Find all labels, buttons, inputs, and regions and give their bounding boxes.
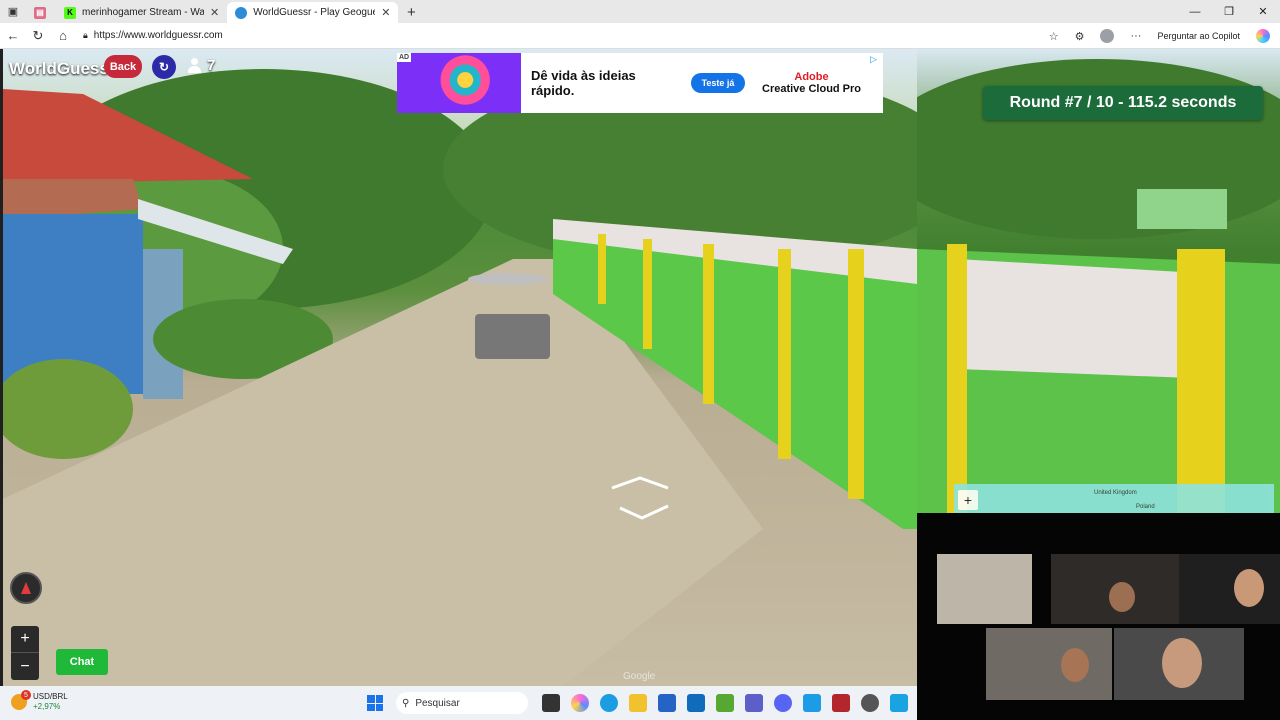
extensions-icon[interactable]: ⚙ bbox=[1075, 30, 1085, 43]
toolbar-right: ☆ ⚙ ··· Perguntar ao Copilot bbox=[1049, 23, 1270, 49]
back-arrow-icon[interactable]: ← bbox=[1, 24, 25, 48]
browser-toolbar: ← ↻ ⌂ 🔒︎ https://www.worldguessr.com ☆ ⚙… bbox=[0, 23, 1280, 49]
worldguessr-logo[interactable]: WorldGuessr bbox=[9, 59, 115, 79]
copilot-app-icon[interactable] bbox=[571, 694, 589, 712]
messages-icon[interactable] bbox=[803, 694, 821, 712]
pinned-tab[interactable]: ▤ bbox=[26, 2, 56, 23]
window-controls: — ❐ ✕ bbox=[1178, 0, 1280, 23]
kick-icon: K bbox=[64, 6, 76, 19]
webcam-person bbox=[1162, 638, 1202, 688]
file-explorer-icon[interactable] bbox=[629, 694, 647, 712]
webcam-feed bbox=[986, 628, 1112, 700]
taskbar-apps bbox=[542, 694, 908, 712]
edge-icon[interactable] bbox=[600, 694, 618, 712]
tab-title: merinhogamer Stream - Watch Li bbox=[82, 7, 204, 18]
more-menu-icon[interactable]: ··· bbox=[1130, 30, 1141, 42]
profile-avatar[interactable] bbox=[1100, 29, 1115, 43]
ticker-label: USD/BRL bbox=[33, 692, 68, 701]
webcam-person bbox=[1234, 569, 1264, 607]
zoom-out-button[interactable]: − bbox=[11, 653, 39, 680]
move-arrows-icon[interactable] bbox=[610, 476, 670, 520]
tab-actions-icon[interactable]: ▣ bbox=[0, 0, 26, 23]
minimap-expand-button[interactable]: + bbox=[958, 490, 978, 510]
zoom-in-button[interactable]: + bbox=[11, 626, 39, 653]
globe-icon bbox=[235, 6, 248, 19]
street-view-panorama[interactable] bbox=[3, 49, 917, 686]
camera-app-icon[interactable] bbox=[890, 694, 908, 712]
url-text: https://www.worldguessr.com bbox=[93, 30, 223, 41]
ticker-change: +2,97% bbox=[33, 702, 61, 711]
google-watermark: Google bbox=[623, 671, 656, 682]
tab-worldguessr[interactable]: WorldGuessr - Play Geoguessr fo ✕ bbox=[227, 2, 399, 23]
reload-icon[interactable]: ↻ bbox=[26, 24, 50, 48]
webcam-person bbox=[1061, 648, 1089, 682]
close-window-icon[interactable]: ✕ bbox=[1246, 0, 1280, 23]
market-icon: 5 bbox=[11, 690, 31, 710]
ad-tag: AD bbox=[397, 53, 412, 62]
new-tab-button[interactable]: + bbox=[398, 2, 424, 23]
search-placeholder: Pesquisar bbox=[415, 697, 460, 709]
notification-badge: 5 bbox=[21, 690, 31, 700]
pinned-tab-icon: ▤ bbox=[34, 6, 46, 19]
ad-brand: Adobe Creative Cloud Pro bbox=[762, 71, 861, 95]
ad-cta-button[interactable]: Teste já bbox=[691, 73, 745, 93]
windows-taskbar: 5 USD/BRL +2,97% ⚲ Pesquisar bbox=[0, 686, 917, 720]
settings-gear-icon[interactable] bbox=[861, 694, 879, 712]
webcam-feed bbox=[1051, 554, 1179, 624]
round-timer-banner: Round #7 / 10 - 115.2 seconds bbox=[983, 86, 1263, 120]
store-icon[interactable] bbox=[658, 694, 676, 712]
player-count-value: 7 bbox=[207, 57, 216, 74]
home-icon[interactable]: ⌂ bbox=[51, 24, 75, 48]
webcam-feed bbox=[1114, 628, 1244, 700]
app-icon[interactable] bbox=[832, 694, 850, 712]
teams-icon[interactable] bbox=[745, 694, 763, 712]
favorite-star-icon[interactable]: ☆ bbox=[1049, 30, 1059, 43]
back-button[interactable]: Back bbox=[104, 55, 142, 78]
ad-choices-icon[interactable]: ▷ bbox=[870, 54, 880, 64]
refresh-icon[interactable]: ↻ bbox=[152, 55, 176, 79]
player-count: 7 bbox=[187, 57, 215, 74]
task-view-icon[interactable] bbox=[542, 694, 560, 712]
move-arrows[interactable] bbox=[610, 476, 670, 520]
browser-tab-strip: ▣ ▤ K merinhogamer Stream - Watch Li ✕ W… bbox=[0, 0, 1280, 23]
map-label-poland: Poland bbox=[1136, 504, 1155, 510]
minecraft-icon[interactable] bbox=[716, 694, 734, 712]
ad-brand-line2: Creative Cloud Pro bbox=[762, 83, 862, 95]
webcam-feed bbox=[1179, 554, 1280, 624]
ad-headline: Dê vida às ideias rápido. bbox=[531, 68, 636, 98]
outlook-icon[interactable] bbox=[687, 694, 705, 712]
compass-icon[interactable] bbox=[10, 572, 42, 604]
street-scene-art bbox=[3, 69, 917, 686]
market-text: USD/BRL +2,97% bbox=[33, 692, 68, 712]
search-icon: ⚲ bbox=[402, 697, 410, 709]
person-icon bbox=[187, 57, 201, 74]
tab-title: WorldGuessr - Play Geoguessr fo bbox=[253, 7, 375, 18]
market-widget[interactable]: 5 USD/BRL +2,97% bbox=[11, 690, 68, 712]
webcam-person bbox=[1109, 582, 1135, 612]
advertisement-banner[interactable]: AD Dê vida às ideias rápido. Teste já Ad… bbox=[397, 53, 883, 113]
windows-start-icon[interactable] bbox=[367, 695, 383, 711]
copilot-icon[interactable] bbox=[1256, 29, 1270, 43]
map-label-uk: United Kingdom bbox=[1094, 490, 1137, 496]
ad-image bbox=[397, 53, 521, 113]
webcam-feed bbox=[937, 554, 1032, 624]
lock-icon: 🔒︎ bbox=[83, 30, 88, 40]
guess-minimap[interactable]: + United Kingdom Poland bbox=[954, 484, 1274, 514]
copilot-label[interactable]: Perguntar ao Copilot bbox=[1157, 31, 1240, 41]
zoom-control: + − bbox=[11, 626, 39, 680]
taskbar-search[interactable]: ⚲ Pesquisar bbox=[396, 692, 528, 714]
address-bar[interactable]: 🔒︎ https://www.worldguessr.com bbox=[83, 30, 1043, 41]
discord-icon[interactable] bbox=[774, 694, 792, 712]
minimize-icon[interactable]: — bbox=[1178, 0, 1212, 23]
restore-icon[interactable]: ❐ bbox=[1212, 0, 1246, 23]
close-icon[interactable]: ✕ bbox=[210, 6, 219, 19]
tab-stream[interactable]: K merinhogamer Stream - Watch Li ✕ bbox=[56, 2, 227, 23]
close-icon[interactable]: ✕ bbox=[381, 6, 390, 19]
chat-button[interactable]: Chat bbox=[56, 649, 108, 675]
webcam-panel bbox=[917, 513, 1280, 720]
ad-brand-line1: Adobe bbox=[794, 71, 829, 83]
